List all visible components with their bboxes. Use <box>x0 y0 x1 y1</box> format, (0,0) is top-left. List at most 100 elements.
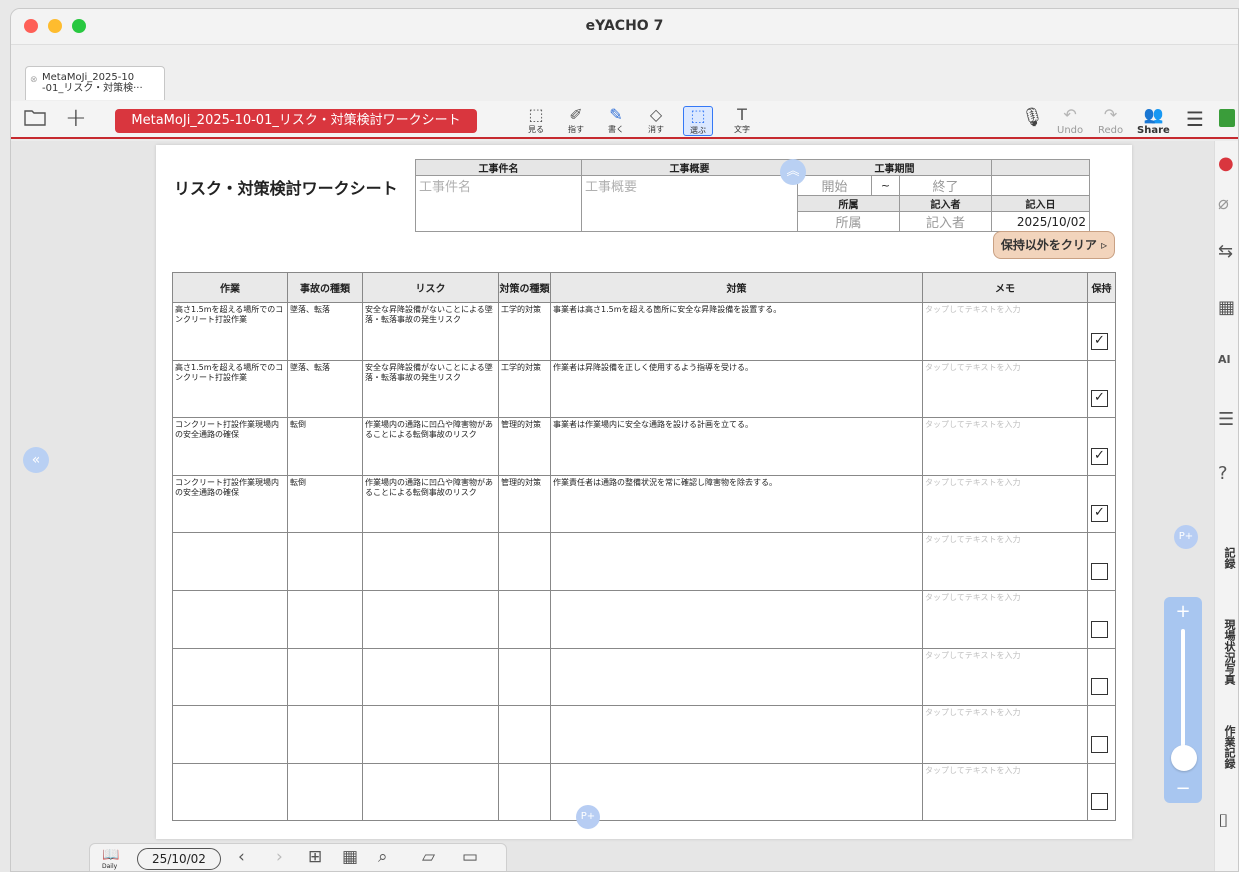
search-document-icon[interactable]: ⌕ <box>378 847 388 867</box>
memo-cell[interactable]: タップしてテキストを入力 <box>922 705 1088 764</box>
measure-type-cell[interactable] <box>498 762 551 822</box>
risk-cell[interactable]: 作業場内の通路に凹凸や障害物があることによる転倒事故のリスク <box>362 417 499 476</box>
keep-checkbox[interactable]: ✓ <box>1091 390 1108 408</box>
add-page-icon[interactable]: P+ <box>576 805 600 829</box>
risk-cell[interactable]: 安全な昇降設備がないことによる墜落・転落事故の発生リスク <box>362 302 499 361</box>
measure-type-cell[interactable]: 工学的対策 <box>498 302 551 361</box>
risk-cell[interactable] <box>362 589 499 649</box>
menu-icon[interactable]: ☰ <box>1186 107 1204 131</box>
daily-book-icon[interactable]: 📖 <box>102 847 119 863</box>
text-tool-button[interactable]: T 文字 <box>727 106 757 136</box>
end-field[interactable]: 終了 <box>899 175 992 196</box>
risk-cell[interactable] <box>362 762 499 822</box>
zoom-out-icon[interactable]: − <box>1164 778 1202 799</box>
measure-cell[interactable] <box>550 532 923 591</box>
risk-cell[interactable] <box>362 705 499 764</box>
dept-field[interactable]: 所属 <box>797 211 900 232</box>
keep-checkbox[interactable] <box>1091 793 1108 811</box>
list-icon[interactable]: ☰ <box>1218 409 1234 430</box>
risk-cell[interactable]: 安全な昇降設備がないことによる墜落・転落事故の発生リスク <box>362 359 499 419</box>
measure-type-cell[interactable]: 工学的対策 <box>498 359 551 419</box>
undo-button[interactable]: ↶ Undo <box>1057 105 1083 136</box>
calendar-icon[interactable]: ▦ <box>342 847 358 867</box>
zoom-track[interactable] <box>1181 629 1185 759</box>
rail-label-work-record[interactable]: 作業記録 <box>1221 725 1237 769</box>
memo-cell[interactable]: タップしてテキストを入力 <box>922 589 1088 649</box>
microphone-icon[interactable]: 🎙 <box>1021 107 1044 128</box>
cloud-sync-icon[interactable]: ⇆ <box>1218 241 1233 262</box>
pointer-tool-button[interactable]: ✐ 指す <box>561 106 591 136</box>
accident-type-cell[interactable] <box>287 762 363 822</box>
measure-type-cell[interactable] <box>498 532 551 591</box>
work-cell[interactable]: 高さ1.5mを超える場所でのコンクリート打設作業 <box>172 302 288 361</box>
keep-checkbox[interactable] <box>1091 735 1108 753</box>
folder-icon[interactable] <box>23 107 47 132</box>
writer-field[interactable]: 記入者 <box>899 211 992 232</box>
lasso-tool-button[interactable]: ⬚ 選ぶ <box>683 106 713 136</box>
memo-cell[interactable]: タップしてテキストを入力 <box>922 417 1088 476</box>
start-field[interactable]: 開始 <box>797 175 872 196</box>
page-frame-icon[interactable]: ▭ <box>462 847 478 867</box>
add-icon[interactable]: + <box>65 103 87 133</box>
measure-type-cell[interactable]: 管理的対策 <box>498 417 551 476</box>
memo-cell[interactable]: タップしてテキストを入力 <box>922 647 1088 707</box>
measure-cell[interactable]: 作業責任者は通路の整備状況を常に確認し障害物を除去する。 <box>550 474 923 534</box>
risk-cell[interactable] <box>362 532 499 591</box>
accident-type-cell[interactable] <box>287 705 363 764</box>
ai-icon[interactable]: AI <box>1218 353 1231 366</box>
work-cell[interactable]: コンクリート打設作業現場内の安全通路の確保 <box>172 417 288 476</box>
accident-type-cell[interactable] <box>287 589 363 649</box>
overview-field[interactable]: 工事概要 <box>581 175 798 232</box>
folder-icon[interactable]: ⌷ <box>1218 811 1229 832</box>
measure-type-cell[interactable]: 管理的対策 <box>498 474 551 534</box>
view-tool-button[interactable]: ⬚ 見る <box>521 106 551 136</box>
redo-button[interactable]: ↷ Redo <box>1098 105 1123 136</box>
clear-unkept-button[interactable]: 保持以外をクリア ▹ <box>993 231 1115 259</box>
keep-checkbox[interactable] <box>1091 620 1108 638</box>
attach-icon[interactable]: ⌀ <box>1218 193 1229 214</box>
project-name-field[interactable]: 工事件名 <box>415 175 582 232</box>
keep-checkbox[interactable]: ✓ <box>1091 447 1108 465</box>
date-selector[interactable]: 25/10/02 <box>137 848 221 870</box>
accident-type-cell[interactable]: 転倒 <box>287 417 363 476</box>
risk-cell[interactable]: 作業場内の通路に凹凸や障害物があることによる転倒事故のリスク <box>362 474 499 534</box>
work-cell[interactable]: 高さ1.5mを超える場所でのコンクリート打設作業 <box>172 359 288 419</box>
collapse-header-icon[interactable]: ︽ <box>780 159 806 185</box>
zoom-in-icon[interactable]: + <box>1164 601 1202 622</box>
measure-type-cell[interactable] <box>498 589 551 649</box>
rail-label-record[interactable]: 記録 <box>1221 547 1237 569</box>
keep-checkbox[interactable] <box>1091 562 1108 580</box>
measure-cell[interactable] <box>550 762 923 822</box>
measure-cell[interactable]: 事業者は作業場内に安全な通路を設ける計画を立てる。 <box>550 417 923 476</box>
risk-cell[interactable] <box>362 647 499 707</box>
memo-cell[interactable]: タップしてテキストを入力 <box>922 762 1088 822</box>
accident-type-cell[interactable] <box>287 532 363 591</box>
add-page-box-icon[interactable]: ⊞ <box>308 847 322 867</box>
work-cell[interactable] <box>172 705 288 764</box>
eraser-tool-button[interactable]: ◇ 消す <box>641 106 671 136</box>
work-cell[interactable] <box>172 589 288 649</box>
measure-cell[interactable] <box>550 705 923 764</box>
measure-cell[interactable]: 作業者は昇降設備を正しく使用するよう指導を受ける。 <box>550 359 923 419</box>
tab-document[interactable]: ⊗ MetaMoJi_2025-10 -01_リスク・対策検··· <box>25 66 165 100</box>
measure-cell[interactable] <box>550 589 923 649</box>
help-icon[interactable]: ? <box>1218 463 1228 484</box>
memo-cell[interactable]: タップしてテキストを入力 <box>922 302 1088 361</box>
memo-cell[interactable]: タップしてテキストを入力 <box>922 359 1088 419</box>
share-button[interactable]: 👥 Share <box>1137 105 1170 136</box>
accident-type-cell[interactable]: 墜落、転落 <box>287 302 363 361</box>
document-title-button[interactable]: MetaMoJi_2025-10-01_リスク・対策検討ワークシート <box>115 109 477 133</box>
person-icon[interactable]: ● <box>1218 153 1234 174</box>
pen-tool-button[interactable]: ✎ 書く <box>601 106 631 136</box>
work-cell[interactable] <box>172 762 288 822</box>
accident-type-cell[interactable] <box>287 647 363 707</box>
zoom-knob[interactable] <box>1171 745 1197 771</box>
measure-type-cell[interactable] <box>498 647 551 707</box>
previous-page-icon[interactable]: « <box>23 447 49 473</box>
accident-type-cell[interactable]: 墜落、転落 <box>287 359 363 419</box>
measure-cell[interactable]: 事業者は高さ1.5mを超える箇所に安全な昇降設備を設置する。 <box>550 302 923 361</box>
calculator-icon[interactable]: ▦ <box>1218 297 1235 318</box>
keep-checkbox[interactable] <box>1091 678 1108 696</box>
chevron-left-icon[interactable]: ‹ <box>238 847 245 867</box>
work-cell[interactable] <box>172 532 288 591</box>
